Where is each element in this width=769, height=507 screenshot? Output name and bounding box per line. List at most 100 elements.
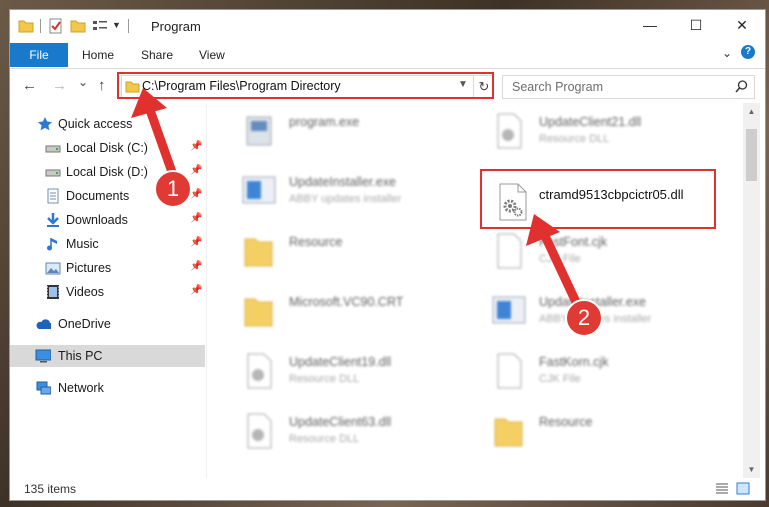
help-icon[interactable]: ? xyxy=(741,45,755,59)
large-icons-view-icon[interactable] xyxy=(736,482,750,495)
file-description: Resource DLL xyxy=(539,133,610,145)
tab-share[interactable]: Share xyxy=(141,43,173,67)
vertical-scrollbar[interactable]: ▲ ▼ xyxy=(743,103,760,478)
sidebar-item-label: This PC xyxy=(58,349,103,363)
sidebar-item-downloads[interactable]: Downloads 📌 xyxy=(10,209,205,231)
title-bar: ▼ Program — ☐ ✕ xyxy=(10,10,765,41)
folder-icon xyxy=(244,238,273,267)
file-icon xyxy=(497,353,522,389)
installer-icon xyxy=(492,296,526,324)
up-button[interactable]: ↑ xyxy=(98,77,106,94)
file-item[interactable]: FastFont.cjk CJK File xyxy=(467,223,717,279)
sidebar-item-label: Local Disk (D:) xyxy=(66,165,148,179)
tab-view[interactable]: View xyxy=(199,43,225,67)
pin-icon[interactable]: 📌 xyxy=(190,285,202,296)
installer-icon xyxy=(242,176,276,204)
file-item[interactable]: FastKorn.cjk CJK File xyxy=(467,343,717,399)
status-bar: 135 items xyxy=(10,478,765,500)
pictures-icon xyxy=(45,262,61,275)
sidebar-item-label: Music xyxy=(66,237,99,251)
file-name: FastFont.cjk xyxy=(539,235,608,249)
pc-icon xyxy=(35,349,51,363)
search-box[interactable]: Search Program xyxy=(502,75,755,99)
sidebar-item-local-disk-c[interactable]: Local Disk (C:) 📌 xyxy=(10,137,205,159)
dll-icon xyxy=(247,353,272,389)
scroll-thumb[interactable] xyxy=(746,129,757,181)
title-separator xyxy=(128,19,129,33)
quick-access-dropdown-icon[interactable]: ▼ xyxy=(112,20,121,30)
pin-icon[interactable]: 📌 xyxy=(190,261,202,272)
expand-ribbon-icon[interactable]: ⌄ xyxy=(722,46,732,60)
pin-icon[interactable]: 📌 xyxy=(190,213,202,224)
file-item[interactable]: program.exe xyxy=(217,103,467,159)
pin-icon[interactable]: 📌 xyxy=(190,237,202,248)
download-icon xyxy=(47,213,59,227)
forward-button[interactable]: → xyxy=(52,77,67,94)
sidebar-item-label: Videos xyxy=(66,285,104,299)
sidebar-item-quick-access[interactable]: Quick access xyxy=(10,113,205,135)
file-item[interactable]: UpdateInstaller.exe ABBY updates install… xyxy=(217,163,467,219)
navigation-pane: Quick access Local Disk (C:) 📌 Local Dis… xyxy=(10,103,206,478)
sidebar-item-this-pc[interactable]: This PC xyxy=(10,345,205,367)
dll-icon xyxy=(497,113,522,149)
file-list: program.exe UpdateClient21.dll Resource … xyxy=(207,103,743,478)
file-name: UpdateClient19.dll xyxy=(289,355,392,369)
folder-icon xyxy=(494,418,523,447)
sidebar-item-label: Downloads xyxy=(66,213,128,227)
sidebar-item-videos[interactable]: Videos 📌 xyxy=(10,281,205,303)
sidebar-item-music[interactable]: Music 📌 xyxy=(10,233,205,255)
file-item[interactable]: UpdateClient63.dll Resource DLL xyxy=(217,403,467,459)
details-view-icon[interactable] xyxy=(715,482,729,495)
file-name: Resource xyxy=(289,235,343,249)
file-name: UpdateClient63.dll xyxy=(289,415,392,429)
sidebar-item-pictures[interactable]: Pictures 📌 xyxy=(10,257,205,279)
item-count: 135 items xyxy=(24,482,77,496)
customize-toolbar-icon[interactable] xyxy=(92,18,108,34)
file-name: UpdateInstaller.exe xyxy=(289,175,397,189)
file-item[interactable]: Resource xyxy=(467,403,717,459)
file-item[interactable]: UpdateClient21.dll Resource DLL xyxy=(467,103,717,159)
recent-locations-button[interactable]: ⌄ xyxy=(78,75,88,89)
sidebar-item-network[interactable]: Network xyxy=(10,377,205,399)
minimize-button[interactable]: — xyxy=(627,10,673,41)
search-icon[interactable] xyxy=(735,80,748,93)
dll-file-highlight xyxy=(480,169,716,229)
file-name: program.exe xyxy=(289,115,360,129)
network-icon xyxy=(36,381,51,395)
pin-icon[interactable]: 📌 xyxy=(190,141,202,152)
back-button[interactable]: ← xyxy=(22,77,37,94)
tab-home[interactable]: Home xyxy=(82,43,114,67)
tab-file[interactable]: File xyxy=(10,43,68,67)
address-bar-highlight xyxy=(117,72,494,99)
file-name: UpdateClient21.dll xyxy=(539,115,642,129)
dll-icon xyxy=(247,413,272,449)
drive-icon xyxy=(45,145,61,153)
file-item[interactable]: Resource xyxy=(217,223,467,279)
step-badge-1: 1 xyxy=(154,170,192,208)
pin-icon[interactable]: 📌 xyxy=(190,165,202,176)
file-name: Resource xyxy=(539,415,593,429)
folder-icon xyxy=(244,298,273,327)
new-folder-icon[interactable] xyxy=(70,18,86,34)
sidebar-item-onedrive[interactable]: OneDrive xyxy=(10,313,205,335)
file-item[interactable]: UpdateClient19.dll Resource DLL xyxy=(217,343,467,399)
properties-icon[interactable] xyxy=(48,18,64,34)
star-icon xyxy=(38,117,52,131)
ribbon-divider xyxy=(10,68,765,69)
file-description: Resource DLL xyxy=(289,373,360,385)
file-item[interactable]: Microsoft.VC90.CRT xyxy=(217,283,467,339)
music-icon xyxy=(47,238,57,251)
file-name: FastKorn.cjk xyxy=(539,355,609,369)
sidebar-item-label: Quick access xyxy=(58,117,133,131)
file-description: ABBY updates installer xyxy=(289,193,402,205)
file-description: Resource DLL xyxy=(289,433,360,445)
scroll-down-button[interactable]: ▼ xyxy=(743,461,760,478)
file-name: Microsoft.VC90.CRT xyxy=(289,295,404,309)
folder-icon xyxy=(18,20,34,33)
search-input[interactable]: Search Program xyxy=(512,80,603,94)
scroll-up-button[interactable]: ▲ xyxy=(743,103,760,120)
step-badge-2: 2 xyxy=(565,299,603,337)
sidebar-item-label: Pictures xyxy=(66,261,112,275)
maximize-button[interactable]: ☐ xyxy=(673,10,719,41)
close-button[interactable]: ✕ xyxy=(719,10,765,41)
